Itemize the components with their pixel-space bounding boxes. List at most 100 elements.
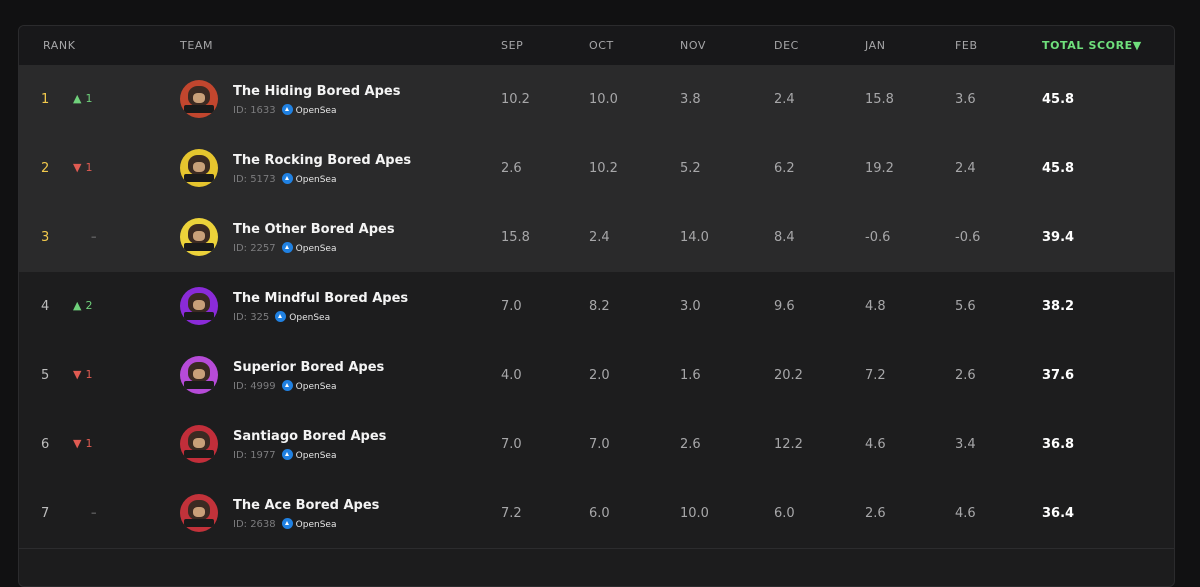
team-id: ID: 4999 (233, 381, 276, 392)
opensea-link[interactable]: OpenSea (296, 451, 337, 461)
header-nov[interactable]: NOV (680, 39, 706, 52)
score-sep: 7.2 (501, 506, 522, 521)
score-dec: 12.2 (774, 437, 803, 452)
opensea-link[interactable]: OpenSea (296, 106, 337, 116)
score-oct: 10.0 (589, 92, 618, 107)
opensea-icon[interactable] (281, 518, 293, 529)
team-name[interactable]: The Other Bored Apes (233, 222, 395, 237)
score-sep: 4.0 (501, 368, 522, 383)
score-feb: 3.6 (955, 92, 976, 107)
score-nov: 5.2 (680, 161, 701, 176)
team-id: ID: 2257 (233, 243, 276, 254)
score-total: 45.8 (1042, 161, 1075, 176)
team-avatar[interactable] (180, 80, 218, 118)
team-name[interactable]: Santiago Bored Apes (233, 429, 386, 444)
rank-number: 6 (41, 437, 50, 452)
team-avatar[interactable] (180, 356, 218, 394)
opensea-link[interactable]: OpenSea (289, 313, 330, 323)
header-dec[interactable]: DEC (774, 39, 799, 52)
rank-change: ▲ 1 (73, 92, 93, 105)
header-oct[interactable]: OCT (589, 39, 614, 52)
score-total: 38.2 (1042, 299, 1075, 314)
down-arrow-icon: ▼ (73, 437, 82, 450)
header-total-score[interactable]: TOTAL SCORE▼ (1042, 39, 1142, 52)
header-sep[interactable]: SEP (501, 39, 523, 52)
score-oct: 10.2 (589, 161, 618, 176)
header-jan[interactable]: JAN (865, 39, 886, 52)
up-arrow-icon: ▲ (73, 299, 82, 312)
opensea-icon[interactable] (281, 173, 293, 184)
rank-number: 3 (41, 230, 50, 245)
score-total: 37.6 (1042, 368, 1075, 383)
team-meta: ID: 1633 OpenSea (233, 104, 336, 116)
score-total: 36.4 (1042, 506, 1075, 521)
score-total: 39.4 (1042, 230, 1075, 245)
opensea-icon[interactable] (281, 104, 293, 115)
opensea-link[interactable]: OpenSea (296, 520, 337, 530)
table-row[interactable]: 4 ▲ 2 The Mindful Bored Apes ID: 325 OpenS… (19, 272, 1174, 342)
header-feb[interactable]: FEB (955, 39, 978, 52)
team-avatar[interactable] (180, 218, 218, 256)
opensea-link[interactable]: OpenSea (296, 382, 337, 392)
team-meta: ID: 2257 OpenSea (233, 242, 336, 254)
rank-number: 1 (41, 92, 50, 107)
up-arrow-icon: ▲ (73, 92, 82, 105)
leaderboard-table: RANK TEAM SEP OCT NOV DEC JAN FEB TOTAL … (18, 25, 1175, 587)
score-jan: -0.6 (865, 230, 891, 245)
team-name[interactable]: The Hiding Bored Apes (233, 84, 400, 99)
rank-number: 5 (41, 368, 50, 383)
score-dec: 6.0 (774, 506, 795, 521)
opensea-link[interactable]: OpenSea (296, 175, 337, 185)
rank-change: ▼ 1 (73, 437, 93, 450)
score-oct: 8.2 (589, 299, 610, 314)
team-avatar[interactable] (180, 425, 218, 463)
team-name[interactable]: Superior Bored Apes (233, 360, 384, 375)
opensea-icon[interactable] (281, 449, 293, 460)
score-jan: 4.6 (865, 437, 886, 452)
score-jan: 15.8 (865, 92, 894, 107)
table-row[interactable]: 2 ▼ 1 The Rocking Bored Apes ID: 5173 Open… (19, 134, 1174, 204)
table-row[interactable]: 1 ▲ 1 The Hiding Bored Apes ID: 1633 OpenS… (19, 65, 1174, 135)
score-nov: 10.0 (680, 506, 709, 521)
score-nov: 14.0 (680, 230, 709, 245)
opensea-icon[interactable] (275, 311, 287, 322)
score-feb: 2.6 (955, 368, 976, 383)
rank-change: – (91, 230, 97, 243)
score-sep: 2.6 (501, 161, 522, 176)
team-name[interactable]: The Ace Bored Apes (233, 498, 379, 513)
team-avatar[interactable] (180, 149, 218, 187)
table-row[interactable]: 3 – The Other Bored Apes ID: 2257 OpenSea… (19, 203, 1174, 273)
team-meta: ID: 1977 OpenSea (233, 449, 336, 461)
team-name[interactable]: The Rocking Bored Apes (233, 153, 411, 168)
team-avatar[interactable] (180, 494, 218, 532)
team-meta: ID: 4999 OpenSea (233, 380, 336, 392)
score-nov: 3.8 (680, 92, 701, 107)
score-dec: 6.2 (774, 161, 795, 176)
table-row[interactable]: 7 – The Ace Bored Apes ID: 2638 OpenSea 7… (19, 479, 1174, 549)
rank-change: ▼ 1 (73, 161, 93, 174)
score-jan: 4.8 (865, 299, 886, 314)
table-row[interactable]: 5 ▼ 1 Superior Bored Apes ID: 4999 OpenSea… (19, 341, 1174, 411)
team-meta: ID: 5173 OpenSea (233, 173, 336, 185)
opensea-link[interactable]: OpenSea (296, 244, 337, 254)
rank-change: ▼ 1 (73, 368, 93, 381)
score-total: 36.8 (1042, 437, 1075, 452)
rank-number: 7 (41, 506, 50, 521)
score-feb: -0.6 (955, 230, 981, 245)
header-team[interactable]: TEAM (180, 39, 213, 52)
rank-change: – (91, 506, 97, 519)
score-oct: 2.0 (589, 368, 610, 383)
team-avatar[interactable] (180, 287, 218, 325)
opensea-icon[interactable] (281, 380, 293, 391)
score-dec: 2.4 (774, 92, 795, 107)
score-oct: 2.4 (589, 230, 610, 245)
team-name[interactable]: The Mindful Bored Apes (233, 291, 408, 306)
opensea-icon[interactable] (281, 242, 293, 253)
table-row[interactable]: 6 ▼ 1 Santiago Bored Apes ID: 1977 OpenSea… (19, 410, 1174, 480)
down-arrow-icon: ▼ (73, 161, 82, 174)
team-id: ID: 325 (233, 312, 270, 323)
score-sep: 7.0 (501, 299, 522, 314)
team-meta: ID: 325 OpenSea (233, 311, 330, 323)
team-id: ID: 1633 (233, 105, 276, 116)
header-rank[interactable]: RANK (43, 39, 76, 52)
